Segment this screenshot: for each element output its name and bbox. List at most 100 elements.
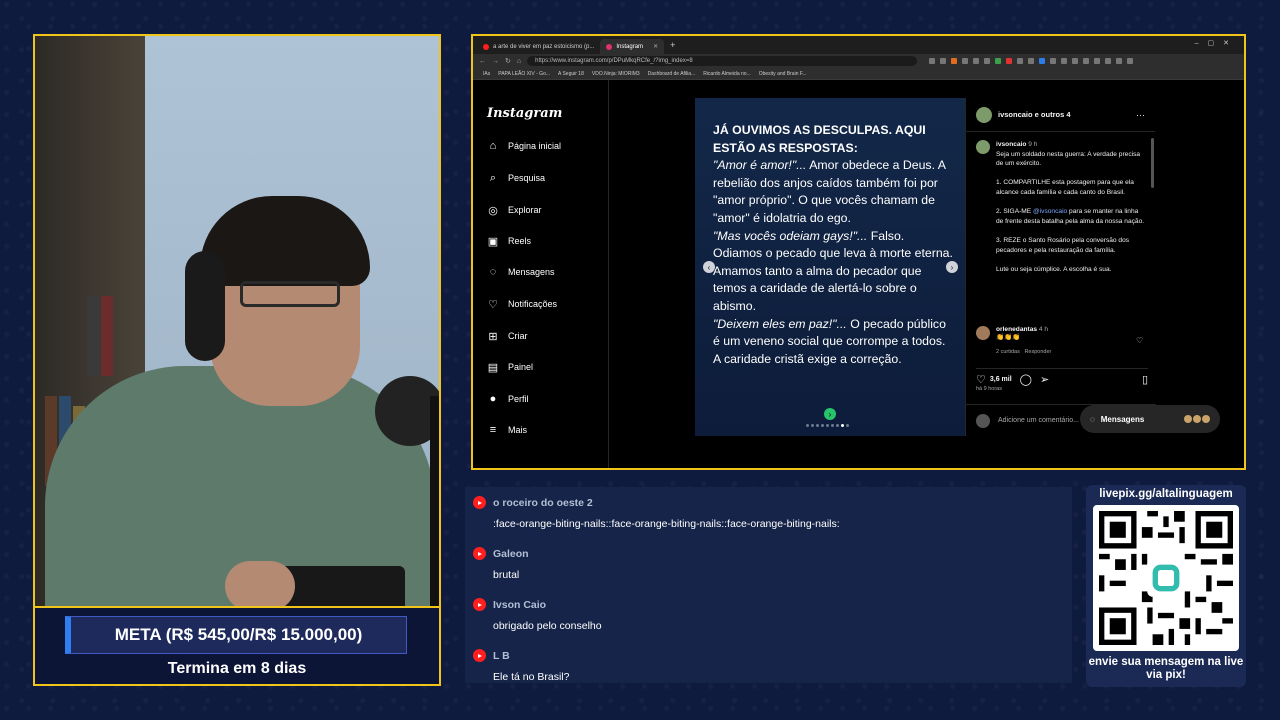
play-badge-icon[interactable]: › <box>824 408 836 420</box>
bookmark[interactable]: Obesity and Brain F... <box>759 71 807 77</box>
bookmark[interactable]: Dashboard de Afilia... <box>648 71 696 77</box>
dashboard-icon: ▤ <box>487 361 499 374</box>
nav-item-heart[interactable]: ♡ Notificações <box>487 298 557 311</box>
slide-paragraph: "Deixem eles em paz!"... O pecado públic… <box>713 316 946 366</box>
nav-item-compass[interactable]: ◎ Explorar <box>487 204 542 217</box>
instagram-page: Instagram ⌂ Página inicial ⌕ Pesquisa ◎ Explo… <box>473 80 1244 468</box>
menu-icon: ≡ <box>489 424 497 436</box>
youtube-icon <box>483 43 489 50</box>
avatar[interactable] <box>976 326 990 340</box>
home-icon[interactable]: ⌂ <box>517 58 521 65</box>
carousel-dots <box>806 424 849 427</box>
nav-label: Explorar <box>508 205 542 215</box>
chat-message: L B Ele tá no Brasil? <box>473 649 569 683</box>
nav-label: Reels <box>508 236 532 246</box>
mention-link[interactable]: @ivsoncaio <box>1033 208 1067 215</box>
messages-label: Mensagens <box>1100 414 1145 424</box>
glasses <box>240 281 340 307</box>
prev-slide-icon[interactable]: ‹ <box>703 261 715 273</box>
chat-username: o roceiro do oeste 2 <box>493 496 593 509</box>
post-authors[interactable]: ivsoncaio e outros 4 <box>998 110 1071 119</box>
goal-ends: Termina em 8 dias <box>167 660 307 677</box>
chat-text: brutal <box>493 569 520 581</box>
caption-username[interactable]: ivsoncaio <box>996 141 1026 148</box>
comment-username[interactable]: orlenedantas <box>996 326 1037 333</box>
instagram-logo[interactable]: Instagram <box>487 106 562 121</box>
post-header: ivsoncaio e outros 4 ··· <box>966 98 1155 132</box>
plus-icon: ⊞ <box>488 330 498 343</box>
heart-icon: ♡ <box>488 298 498 311</box>
share-icon[interactable]: ➢ <box>1040 373 1049 386</box>
comment-icon[interactable]: ◯ <box>1020 373 1032 386</box>
carousel-slide: JÁ OUVIMOS AS DESCULPAS. AQUI ESTÃO AS R… <box>695 98 965 436</box>
caption-text: 3. REZE o Santo Rosário pela conversão d… <box>996 236 1130 254</box>
nav-item-reels[interactable]: ▣ Reels <box>487 235 532 248</box>
nav-item-profile[interactable]: ● Perfil <box>487 393 529 405</box>
nav-item-search[interactable]: ⌕ Pesquisa <box>487 172 545 184</box>
tab-label: a arte de viver em paz estoicismo (p... <box>493 43 595 50</box>
tab-instagram[interactable]: Instagram ✕ <box>600 39 665 54</box>
window-controls[interactable]: –▢✕ <box>1195 39 1238 47</box>
post-side-panel: ivsoncaio e outros 4 ··· ivsoncaio 9 h S… <box>965 98 1156 436</box>
messenger-icon: ◌ <box>1090 414 1095 424</box>
nav-item-home[interactable]: ⌂ Página inicial <box>487 140 561 152</box>
more-options-icon[interactable]: ··· <box>1136 110 1145 120</box>
new-tab-icon[interactable]: + <box>670 40 675 50</box>
next-slide-icon[interactable]: › <box>946 261 958 273</box>
avatar[interactable] <box>976 140 990 154</box>
youtube-icon <box>473 649 486 662</box>
bookmark-icon[interactable]: ▯ <box>1142 373 1148 386</box>
close-tab-icon[interactable]: ✕ <box>653 43 658 50</box>
chat-text: Ele tá no Brasil? <box>493 671 570 683</box>
nav-item-plus[interactable]: ⊞ Criar <box>487 330 527 343</box>
chat-message: Ivson Caio obrigado pelo conselho <box>473 598 602 632</box>
comment-likes[interactable]: 2 curtidas <box>996 349 1020 355</box>
messages-button[interactable]: ◌ Mensagens <box>1080 405 1220 433</box>
caption-text: Seja um soldado nesta guerra: A verdade … <box>996 150 1141 168</box>
bookmark[interactable]: A Seguir 18 <box>558 71 584 77</box>
reply-link[interactable]: Responder <box>1024 349 1051 355</box>
bookmark[interactable]: PAPA LEÃO XIV - Go... <box>498 71 550 77</box>
post-age: há 9 horas <box>976 386 1002 392</box>
back-icon[interactable]: ← <box>479 58 486 65</box>
bookmark[interactable]: VDO.Ninja: MIORIM3 <box>592 71 640 77</box>
webcam-feed <box>33 34 441 608</box>
caption-text: 2. SIGA-ME <box>996 208 1034 216</box>
url-field[interactable]: https://www.instagram.com/p/DPuMkqRCfe_/… <box>527 56 918 66</box>
tab-youtube[interactable]: a arte de viver em paz estoicismo (p... <box>477 39 600 54</box>
comment-input[interactable]: Adicione um comentário... <box>998 417 1079 424</box>
nav-label: Mais <box>508 425 528 435</box>
instagram-icon <box>606 43 613 50</box>
comment-like-icon[interactable]: ♡ <box>1136 336 1143 345</box>
comment-text: 👏👏👏 <box>996 334 1021 341</box>
panel-scrollbar[interactable] <box>1151 138 1154 188</box>
chat-username: L B <box>493 649 510 662</box>
home-icon: ⌂ <box>489 140 497 152</box>
nav-item-messenger[interactable]: ◌ Mensagens <box>487 266 555 278</box>
nav-item-menu[interactable]: ≡ Mais <box>487 424 527 436</box>
like-count[interactable]: 3,6 mil <box>990 376 1012 383</box>
chat-text: :face-orange-biting-nails::face-orange-b… <box>493 518 840 530</box>
bookmark[interactable]: IAs <box>483 71 490 77</box>
youtube-icon <box>473 547 486 560</box>
book <box>101 296 113 376</box>
nav-item-dashboard[interactable]: ▤ Painel <box>487 361 533 374</box>
post-actions: ♡ 3,6 mil ◯ ➢ ▯ <box>976 368 1148 386</box>
comment-time: 4 h <box>1038 326 1049 333</box>
chat-message: o roceiro do oeste 2 :face-orange-biting-… <box>473 496 840 530</box>
avatar[interactable] <box>976 106 992 123</box>
reload-icon[interactable]: ↻ <box>505 57 511 65</box>
like-icon[interactable]: ♡ <box>976 373 986 386</box>
caption-text: Lute ou seja cúmplice. A escolha é sua. <box>996 265 1112 273</box>
pix-url: livepix.gg/altalinguagem <box>1099 488 1233 500</box>
chat-message: Galeon brutal <box>473 547 529 581</box>
reels-icon: ▣ <box>487 235 499 248</box>
forward-icon[interactable]: → <box>492 58 499 65</box>
person-hand <box>225 561 295 606</box>
youtube-icon <box>473 496 486 509</box>
bookmark[interactable]: Ricardo Almeida no... <box>703 71 751 77</box>
bookmarks-bar: IAs PAPA LEÃO XIV - Go... A Seguir 18 VD… <box>473 68 1244 80</box>
search-icon: ⌕ <box>489 171 497 184</box>
extension-icons[interactable] <box>929 58 1134 64</box>
pix-instructions: envie sua mensagem na live via pix! <box>1088 656 1244 681</box>
